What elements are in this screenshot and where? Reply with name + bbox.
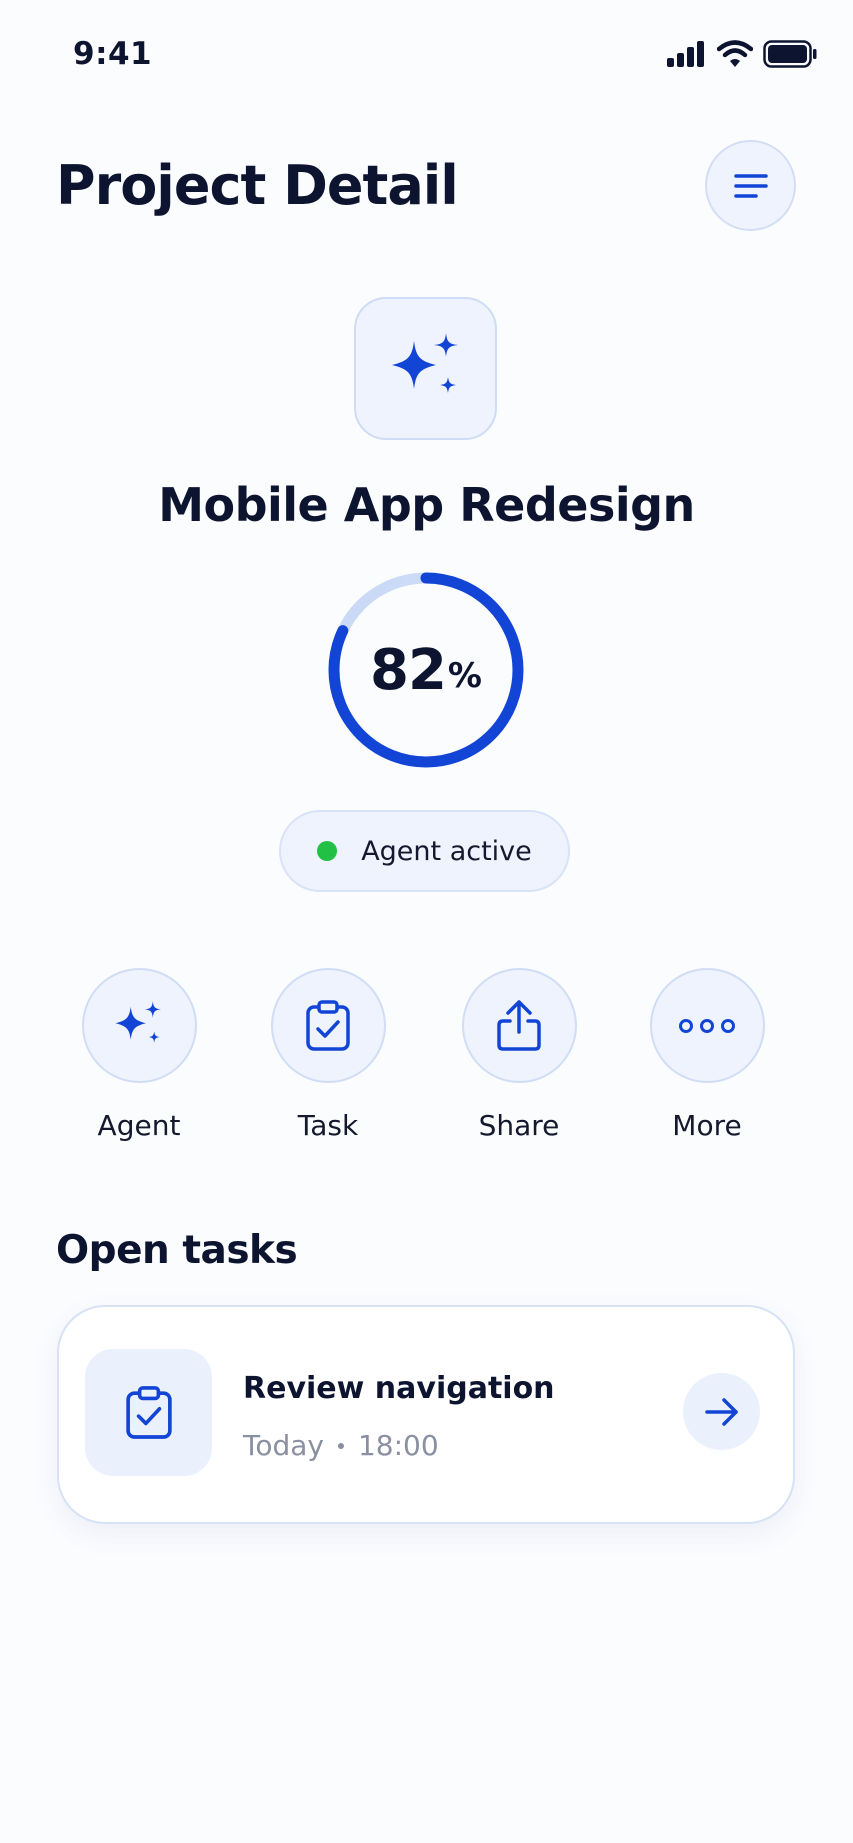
sparkles-icon	[391, 332, 458, 393]
action-task-button[interactable]	[270, 968, 386, 1083]
action-agent[interactable]: Agent	[74, 968, 204, 1142]
action-more-label: More	[672, 1109, 742, 1142]
task-title: Review navigation	[243, 1371, 555, 1406]
open-tasks-title: Open tasks	[56, 1228, 298, 1273]
action-share-label: Share	[478, 1109, 560, 1142]
progress-value: 82	[369, 637, 447, 703]
action-share[interactable]: Share	[454, 968, 584, 1142]
task-day: Today	[243, 1429, 324, 1462]
more-dots-icon	[679, 1018, 735, 1033]
menu-button[interactable]	[705, 140, 796, 231]
clipboard-check-icon	[125, 1385, 172, 1439]
arrow-right-icon	[704, 1397, 738, 1426]
agent-status-label: Agent active	[361, 835, 532, 867]
action-task[interactable]: Task	[263, 968, 393, 1142]
action-agent-label: Agent	[97, 1109, 181, 1142]
task-time: 18:00	[357, 1429, 439, 1462]
page-title: Project Detail	[56, 154, 459, 217]
agent-status-badge: Agent active	[279, 810, 570, 892]
task-card[interactable]: Review navigation Today 18:00	[57, 1305, 795, 1524]
cellular-signal-icon	[667, 41, 704, 67]
share-upload-icon	[497, 999, 541, 1051]
status-dot-icon	[317, 841, 338, 861]
status-time: 9:41	[73, 36, 153, 72]
menu-lines-icon	[733, 173, 768, 198]
task-icon-tile	[85, 1349, 212, 1476]
quick-actions: Agent Task Share More	[0, 968, 853, 1148]
action-task-label: Task	[297, 1109, 359, 1142]
progress-label: 82%	[323, 567, 529, 773]
action-more[interactable]: More	[642, 968, 772, 1142]
project-detail-screen: 9:41 Project Detail Mobile App Redesign …	[0, 0, 853, 1843]
action-more-button[interactable]	[649, 968, 765, 1083]
sparkles-icon	[115, 1000, 162, 1043]
wifi-icon	[717, 40, 753, 67]
task-open-button[interactable]	[683, 1373, 760, 1450]
action-share-button[interactable]	[461, 968, 577, 1083]
task-meta: Today 18:00	[243, 1429, 439, 1462]
project-icon-tile	[354, 297, 497, 440]
battery-icon	[763, 40, 817, 68]
progress-unit: %	[447, 656, 482, 696]
meta-separator-dot	[337, 1442, 344, 1449]
clipboard-check-icon	[306, 999, 350, 1051]
status-icons	[667, 40, 817, 68]
project-name: Mobile App Redesign	[158, 478, 695, 532]
action-agent-button[interactable]	[81, 968, 197, 1083]
